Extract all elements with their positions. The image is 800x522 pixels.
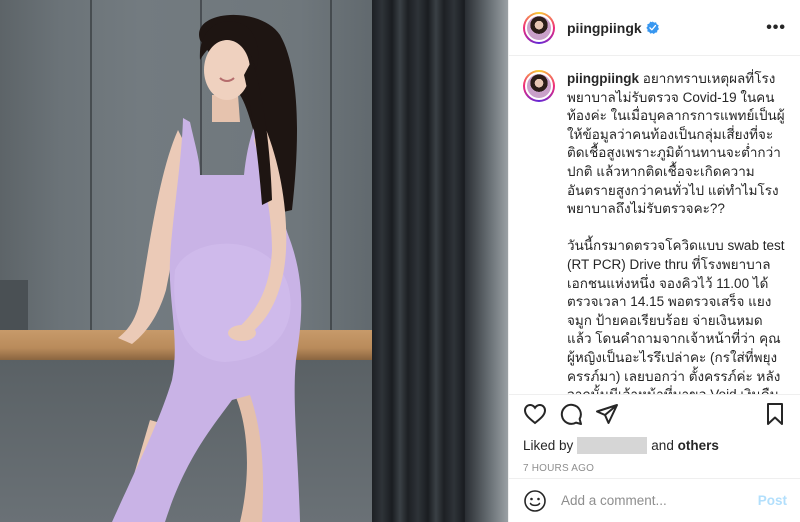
likes-and-label: and	[651, 437, 674, 453]
username-link[interactable]: piingpiingk	[567, 20, 642, 36]
post-image[interactable]	[0, 0, 508, 522]
post-timestamp[interactable]: 7 HOURS AGO	[523, 463, 787, 477]
caption-username-link[interactable]: piingpiingk	[567, 71, 639, 86]
avatar[interactable]	[523, 11, 555, 44]
others-link[interactable]: others	[678, 438, 719, 453]
heart-icon[interactable]	[523, 402, 547, 426]
post-header: piingpiingk •••	[509, 0, 800, 56]
bookmark-icon[interactable]	[763, 402, 787, 426]
post-details-panel: piingpiingk ••• piingpiingk อยากทราบเหตุ…	[508, 0, 800, 522]
caption-comment: piingpiingk อยากทราบเหตุผลที่โรงพยาบาลไม…	[509, 56, 800, 394]
caption-body: อยากทราบเหตุผลที่โรงพยาบาลไม่รับตรวจ Cov…	[567, 71, 785, 394]
liked-by-label: Liked by	[523, 437, 574, 453]
verified-badge-icon	[645, 21, 659, 34]
smiley-icon[interactable]	[523, 489, 547, 513]
caption-text: piingpiingk อยากทราบเหตุผลที่โรงพยาบาลไม…	[567, 70, 786, 394]
redacted-username[interactable]	[577, 436, 648, 454]
paper-plane-icon[interactable]	[595, 402, 619, 426]
likes-summary: Liked by and others	[523, 435, 787, 455]
action-icons-row	[523, 395, 787, 433]
comment-bar: Post	[509, 478, 800, 522]
comment-input[interactable]	[561, 493, 758, 508]
comment-icon[interactable]	[559, 402, 583, 426]
woman-in-lavender-dress	[112, 14, 302, 522]
more-horizontal-icon[interactable]: •••	[766, 19, 786, 37]
post-actions: Liked by and others 7 HOURS AGO	[509, 394, 800, 477]
post-comment-button[interactable]: Post	[758, 493, 787, 508]
avatar[interactable]	[523, 70, 555, 102]
